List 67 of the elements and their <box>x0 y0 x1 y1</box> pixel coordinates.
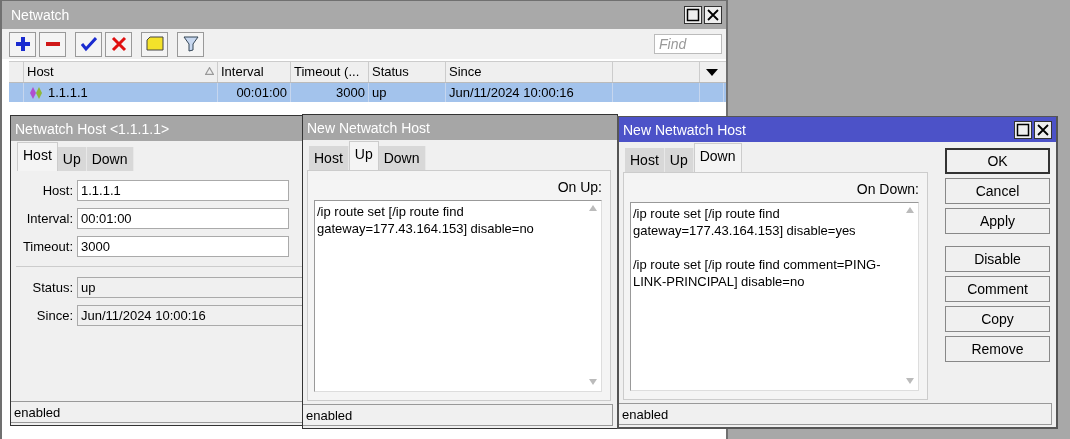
tab[interactable]: Host <box>625 148 665 172</box>
status-bar: enabled <box>619 403 1052 425</box>
readonly-field: up <box>77 277 303 298</box>
maximize-icon[interactable] <box>684 6 702 24</box>
tab[interactable]: Down <box>86 147 134 171</box>
column-header[interactable]: Timeout (... <box>291 62 369 82</box>
script-label: On Up: <box>556 178 602 197</box>
window-title: Netwatch <box>11 7 70 23</box>
status-bar: enabled <box>303 404 613 426</box>
add-button[interactable] <box>9 31 36 57</box>
field-label: Host: <box>41 183 73 198</box>
table-row[interactable]: 1.1.1.1 00:01:00 3000 up Jun/11/2024 10:00:16 <box>9 83 726 102</box>
comment-button[interactable] <box>141 31 168 57</box>
column-header[interactable]: Host <box>24 62 218 82</box>
sort-icon <box>205 67 214 75</box>
field-label: Since: <box>35 308 73 323</box>
close-icon[interactable] <box>704 6 722 24</box>
disable-button[interactable] <box>105 31 132 57</box>
close-icon[interactable] <box>1034 120 1052 139</box>
table-cell: 00:01:00 <box>218 83 291 102</box>
remove-button[interactable] <box>39 31 66 57</box>
script-text: /ip route set [/ip route find gateway=177.43.164.153] disable=yes /ip route set [/ip route find comment=PING-LINK-PRINCIPAL] disable=no <box>632 205 882 291</box>
table-cell: 1.1.1.1 <box>48 85 88 100</box>
dropdown-icon[interactable] <box>706 69 718 77</box>
dialog-button[interactable]: Apply <box>945 208 1050 234</box>
tab[interactable]: Host <box>17 142 58 171</box>
tab[interactable]: Up <box>348 141 379 170</box>
plus-icon <box>14 36 31 52</box>
dialog-button[interactable]: Cancel <box>945 178 1050 204</box>
tab[interactable]: Up <box>57 147 87 171</box>
window-title: New Netwatch Host <box>623 121 746 138</box>
dialog-button[interactable]: OK <box>945 148 1050 174</box>
input-field[interactable]: 00:01:00 <box>77 208 289 229</box>
column-header[interactable]: Since <box>446 62 613 82</box>
checkmark-icon <box>80 36 97 52</box>
table-cell: Jun/11/2024 10:00:16 <box>446 83 613 102</box>
dialog-button[interactable]: Copy <box>945 306 1050 332</box>
cross-icon <box>110 36 127 52</box>
table-cell: 3000 <box>291 83 369 102</box>
filter-button[interactable] <box>177 31 204 57</box>
tab[interactable]: Host <box>309 146 349 170</box>
readonly-field: Jun/11/2024 10:00:16 <box>77 305 303 326</box>
column-header[interactable]: Interval <box>218 62 291 82</box>
dialog-button[interactable]: Comment <box>945 276 1050 302</box>
filter-icon <box>182 36 199 52</box>
dialog-button[interactable]: Remove <box>945 336 1050 362</box>
note-icon <box>145 36 164 52</box>
column-header[interactable]: Status <box>369 62 446 82</box>
dialog-button[interactable]: Disable <box>945 246 1050 272</box>
script-text: /ip route set [/ip route find gateway=177.43.164.153] disable=no <box>316 203 535 238</box>
diamond-icon <box>29 85 43 100</box>
maximize-icon[interactable] <box>1014 120 1032 139</box>
input-field[interactable]: 3000 <box>77 236 289 257</box>
tab[interactable]: Down <box>378 146 426 170</box>
input-field[interactable]: 1.1.1.1 <box>77 180 289 201</box>
script-label: On Down: <box>855 180 919 199</box>
field-label: Status: <box>31 280 73 295</box>
table-cell: up <box>369 83 446 102</box>
window-title: New Netwatch Host <box>307 119 430 136</box>
find-field[interactable]: Find <box>654 34 722 54</box>
column-title: Host <box>27 64 54 79</box>
enable-button[interactable] <box>75 31 102 57</box>
field-label: Timeout: <box>21 239 73 254</box>
field-label: Interval: <box>25 211 73 226</box>
tab[interactable]: Up <box>664 148 694 172</box>
window-title: Netwatch Host <1.1.1.1> <box>15 120 170 137</box>
tab[interactable]: Down <box>693 143 742 172</box>
